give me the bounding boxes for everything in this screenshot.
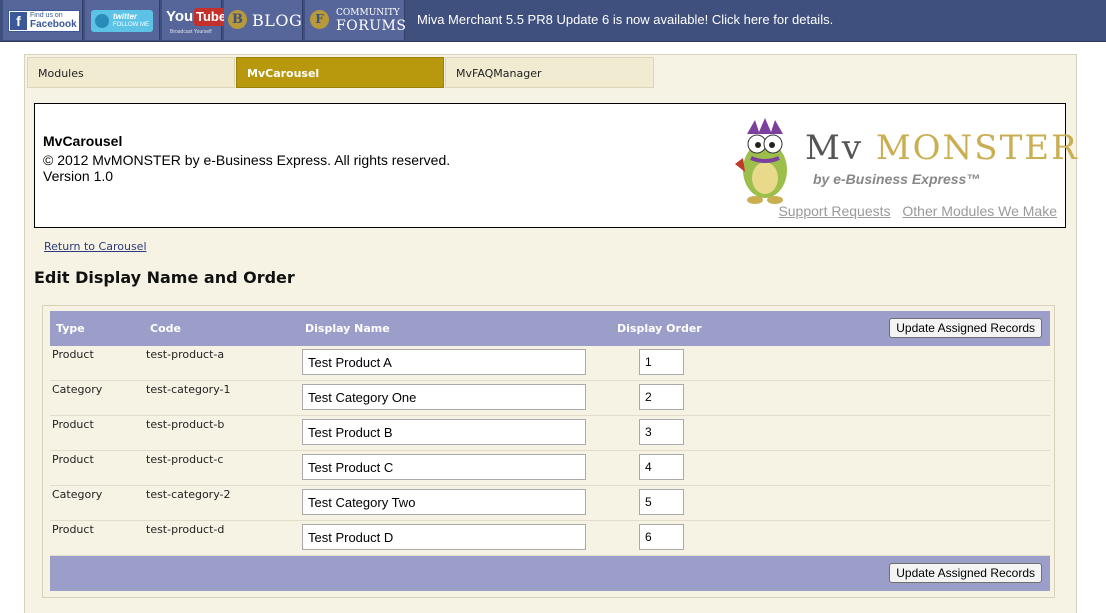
display-name-input[interactable] [302, 489, 586, 515]
twitter-line1: twitter [113, 12, 137, 21]
row-code: test-product-d [146, 523, 225, 536]
update-assigned-records-button-top[interactable]: Update Assigned Records [889, 318, 1042, 338]
return-to-carousel-link[interactable]: Return to Carousel [44, 240, 147, 253]
row-type: Product [52, 453, 94, 466]
monster-mascot-icon [735, 118, 787, 204]
tab-modules[interactable]: Modules [27, 57, 235, 88]
col-display-name-header: Display Name [305, 322, 390, 335]
table-row: Product test-product-b [50, 416, 1050, 451]
row-type: Category [52, 488, 103, 501]
youtube-button[interactable]: You Tube Broadcast Yourself [162, 0, 229, 40]
table-row: Category test-category-2 [50, 486, 1050, 521]
row-type: Category [52, 383, 103, 396]
display-name-input[interactable] [302, 454, 586, 480]
row-code: test-product-c [146, 453, 224, 466]
row-code: test-product-a [146, 348, 225, 361]
support-requests-link[interactable]: Support Requests [778, 203, 890, 219]
forums-line1: COMMUNITY [336, 8, 400, 18]
tab-mvfaqmanager[interactable]: MvFAQManager [445, 57, 654, 88]
logo-byline: by e-Business Express™ [813, 171, 981, 187]
module-header: MvCarousel © 2012 MvMONSTER by e-Busines… [34, 103, 1077, 228]
forums-icon: F [310, 10, 329, 29]
row-type: Product [52, 348, 94, 361]
twitter-badge: twitter FOLLOW ME [91, 10, 153, 32]
logo-monster-text: MONSTER [875, 128, 1079, 168]
row-type: Product [52, 418, 94, 431]
table-footer: Update Assigned Records [50, 556, 1050, 591]
row-type: Product [52, 523, 94, 536]
copyright-text: © 2012 MvMONSTER by e-Business Express. … [43, 152, 451, 168]
youtube-tagline: Broadcast Yourself [170, 29, 212, 35]
col-type-header: Type [56, 322, 85, 335]
row-code: test-category-2 [146, 488, 231, 501]
blog-button[interactable]: B BLOG [224, 0, 303, 40]
facebook-icon: f [10, 12, 27, 30]
display-order-input[interactable] [639, 419, 684, 445]
forums-line2: FORUMS [336, 18, 407, 34]
blog-icon: B [228, 10, 247, 29]
twitter-button[interactable]: twitter FOLLOW ME [85, 0, 160, 40]
youtube-tube: Tube [194, 8, 229, 26]
update-assigned-records-button-bottom[interactable]: Update Assigned Records [889, 563, 1042, 583]
facebook-button[interactable]: f Find us on Facebook [3, 0, 83, 40]
table-header: Type Code Display Name Display Order Upd… [50, 311, 1050, 346]
display-order-input[interactable] [639, 489, 684, 515]
top-bar: f Find us on Facebook twitter FOLLOW ME … [0, 0, 1106, 42]
display-name-input[interactable] [302, 524, 586, 550]
logo-mv-text: Mv [805, 128, 864, 168]
display-name-input[interactable] [302, 419, 586, 445]
header-links: Support Requests Other Modules We Make [770, 203, 1057, 219]
display-name-input[interactable] [302, 349, 586, 375]
facebook-badge: f Find us on Facebook [8, 10, 80, 32]
table-row: Product test-product-c [50, 451, 1050, 486]
mvmonster-logo: Mv MONSTER [805, 128, 1079, 168]
display-order-input[interactable] [639, 384, 684, 410]
display-name-input[interactable] [302, 384, 586, 410]
twitter-bird-icon [95, 14, 109, 28]
community-forums-button[interactable]: F COMMUNITY FORUMS [305, 0, 407, 40]
display-order-input[interactable] [639, 524, 684, 550]
announcement-link[interactable]: Miva Merchant 5.5 PR8 Update 6 is now av… [417, 12, 833, 27]
row-code: test-product-b [146, 418, 225, 431]
youtube-you: You [166, 8, 194, 25]
module-title: MvCarousel [43, 133, 123, 149]
col-display-order-header: Display Order [617, 322, 702, 335]
col-code-header: Code [150, 322, 181, 335]
other-modules-link[interactable]: Other Modules We Make [902, 203, 1057, 219]
display-order-input[interactable] [639, 454, 684, 480]
version-text: Version 1.0 [43, 168, 114, 184]
row-code: test-category-1 [146, 383, 231, 396]
table-row: Category test-category-1 [50, 381, 1050, 416]
facebook-line2: Facebook [30, 19, 77, 30]
blog-label: BLOG [252, 11, 303, 30]
twitter-line2: FOLLOW ME [113, 22, 150, 28]
tab-mvcarousel[interactable]: MvCarousel [236, 57, 444, 88]
facebook-line1: Find us on [30, 12, 63, 19]
table-row: Product test-product-a [50, 346, 1050, 381]
table-row: Product test-product-d [50, 521, 1050, 556]
display-order-input[interactable] [639, 349, 684, 375]
section-title: Edit Display Name and Order [34, 268, 295, 287]
